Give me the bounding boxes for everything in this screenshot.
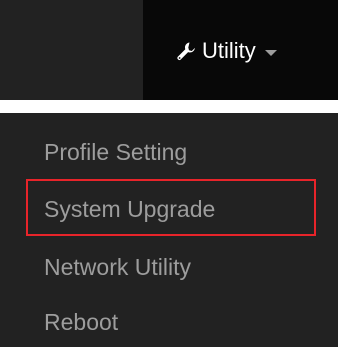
utility-dropdown-menu: Profile Setting System Upgrade Network U… [0,113,338,347]
caret-down-icon [264,49,277,56]
navbar: Utility [0,0,338,100]
menu-item-reboot[interactable]: Reboot [44,309,118,336]
menu-item-profile-setting[interactable]: Profile Setting [44,139,187,166]
utility-dropdown-toggle[interactable]: Utility [175,36,277,66]
highlight-box [26,179,316,236]
menu-item-network-utility[interactable]: Network Utility [44,254,191,281]
utility-label: Utility [202,38,256,63]
wrench-icon [175,40,197,62]
